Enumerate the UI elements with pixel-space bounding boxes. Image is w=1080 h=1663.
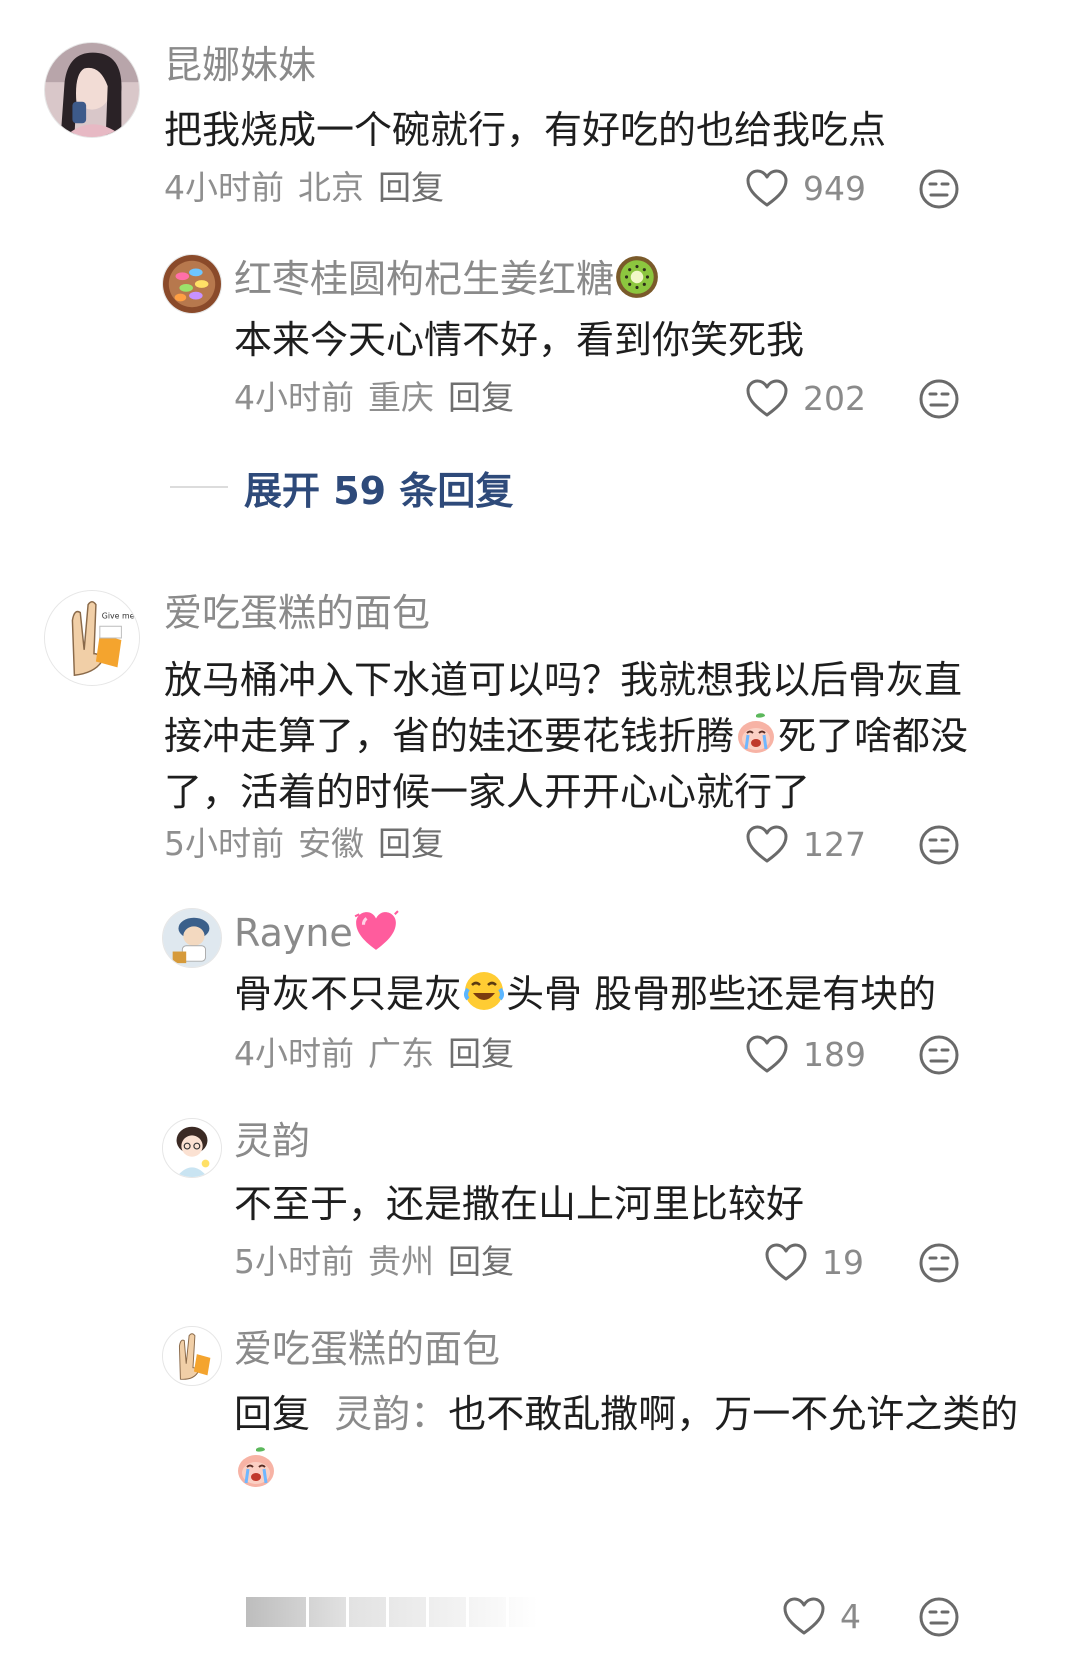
divider [170, 486, 228, 488]
location: 重庆 [368, 378, 434, 417]
location: 广东 [368, 1034, 434, 1073]
expand-replies-button[interactable]: 展开 59 条回复 [170, 460, 513, 515]
comment-text: 骨灰不只是灰 头骨 股骨那些还是有块的 [234, 966, 1034, 1022]
like-button[interactable]: 127 [745, 820, 866, 868]
like-button[interactable]: 949 [745, 164, 866, 212]
username[interactable]: Rayne [234, 908, 399, 956]
comment-meta: 5小时前 贵州 回复 [234, 1242, 528, 1282]
username-text[interactable]: 红枣桂圆枸杞生姜红糖 [234, 257, 614, 301]
crying-peach-icon [234, 1445, 278, 1489]
timestamp: 4小时前 [234, 378, 354, 417]
comment-meta: 4小时前 北京 回复 [164, 168, 458, 208]
loading-placeholder [246, 1597, 538, 1627]
comment-text-part: 头骨 股骨那些还是有块的 [506, 972, 937, 1016]
laughing-tears-icon [462, 969, 506, 1013]
like-count: 949 [803, 168, 866, 208]
reply-button[interactable]: 回复 [448, 1242, 514, 1281]
avatar[interactable] [162, 908, 222, 968]
comment-text: 放马桶冲入下水道可以吗？我就想我以后骨灰直接冲走算了，省的娃还要花钱折腾 死了啥都… [164, 652, 984, 820]
avatar[interactable] [162, 1326, 222, 1386]
dislike-icon[interactable] [918, 168, 960, 210]
kiwi-icon [614, 254, 660, 300]
comment-list: 昆娜妹妹 把我烧成一个碗就行，有好吃的也给我吃点 4小时前北京回复 949 [0, 0, 1080, 1663]
like-button[interactable]: 4 [782, 1592, 861, 1640]
dislike-icon[interactable] [918, 1242, 960, 1284]
avatar[interactable] [162, 1118, 222, 1178]
username[interactable]: 昆娜妹妹 [164, 42, 316, 88]
like-button[interactable]: 202 [745, 374, 866, 422]
username-text[interactable]: Rayne [234, 911, 353, 955]
comment-meta: 4小时前 广东 回复 [234, 1034, 528, 1074]
reply-button[interactable]: 回复 [378, 168, 444, 207]
reply-button[interactable]: 回复 [378, 824, 444, 863]
heart-icon [764, 1242, 808, 1282]
dislike-icon[interactable] [918, 378, 960, 420]
svg-text:Give me five: Give me five [102, 611, 139, 620]
comment-text-part: 也不敢乱撒啊，万一不允许之类的 [448, 1392, 1019, 1436]
reply-prefix: 回复 [234, 1392, 311, 1436]
avatar[interactable] [162, 254, 222, 314]
like-count: 202 [803, 378, 866, 418]
username[interactable]: 爱吃蛋糕的面包 [234, 1326, 500, 1372]
timestamp: 5小时前 [234, 1242, 354, 1281]
like-count: 4 [840, 1596, 861, 1636]
timestamp: 4小时前 [234, 1034, 354, 1073]
location: 贵州 [368, 1242, 434, 1281]
heart-icon [745, 168, 789, 208]
reply-button[interactable]: 回复 [448, 1034, 514, 1073]
location: 安徽 [298, 824, 364, 863]
crying-peach-icon [734, 711, 778, 755]
reply-to-user[interactable]: 灵韵： [334, 1392, 448, 1436]
comment-meta: 5小时前 安徽 回复 [164, 824, 458, 864]
dislike-icon[interactable] [918, 1034, 960, 1076]
location: 北京 [298, 168, 364, 207]
expand-replies-label[interactable]: 展开 59 条回复 [244, 460, 513, 515]
like-button[interactable]: 189 [745, 1030, 866, 1078]
like-button[interactable]: 19 [764, 1238, 864, 1286]
like-count: 189 [803, 1034, 866, 1074]
comment-meta: 4小时前 重庆 回复 [234, 378, 528, 418]
username[interactable]: 爱吃蛋糕的面包 [164, 590, 430, 636]
heart-icon [782, 1596, 826, 1636]
avatar[interactable]: Give me five [44, 590, 140, 686]
username[interactable]: 红枣桂圆枸杞生姜红糖 [234, 254, 660, 302]
timestamp: 4小时前 [164, 168, 284, 207]
like-count: 19 [822, 1242, 864, 1282]
comment-text: 不至于，还是撒在山上河里比较好 [234, 1182, 805, 1226]
like-count: 127 [803, 824, 866, 864]
heart-icon [745, 824, 789, 864]
dislike-icon[interactable] [918, 1596, 960, 1638]
comment-text: 本来今天心情不好，看到你笑死我 [234, 318, 805, 362]
avatar[interactable] [44, 42, 140, 138]
comment-text: 把我烧成一个碗就行，有好吃的也给我吃点 [164, 108, 887, 152]
comment-text: 回复 灵韵：也不敢乱撒啊，万一不允许之类的 [234, 1386, 1034, 1498]
heart-icon [745, 378, 789, 418]
comment-text-part: 骨灰不只是灰 [234, 972, 463, 1016]
heart-icon [745, 1034, 789, 1074]
reply-button[interactable]: 回复 [448, 378, 514, 417]
dislike-icon[interactable] [918, 824, 960, 866]
username[interactable]: 灵韵 [234, 1118, 310, 1164]
timestamp: 5小时前 [164, 824, 284, 863]
sparkling-heart-icon [353, 908, 399, 954]
